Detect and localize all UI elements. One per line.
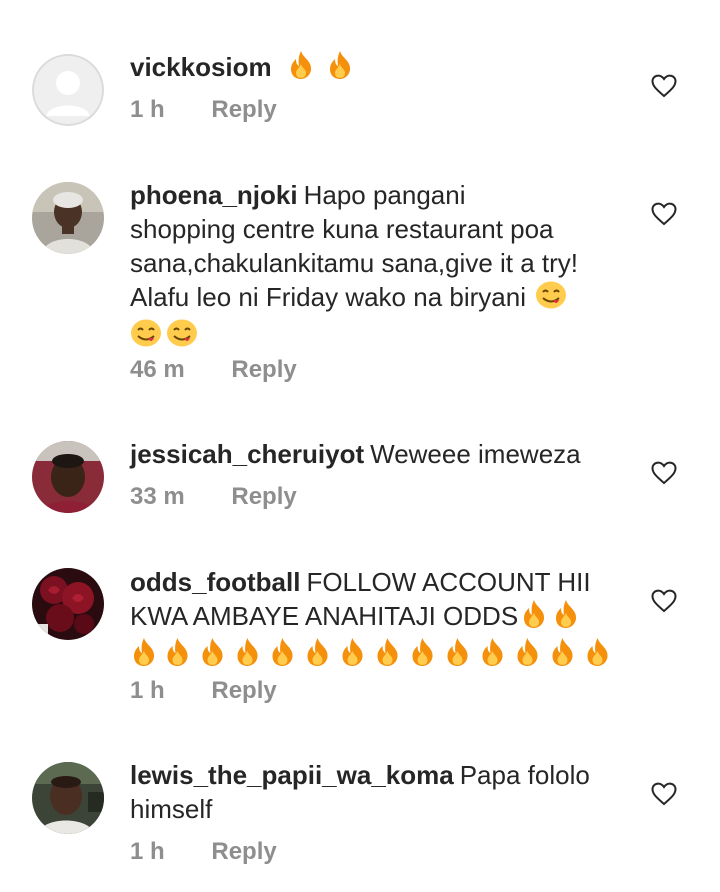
comment-meta: 33 m Reply xyxy=(130,483,297,511)
fire-emoji xyxy=(197,637,228,675)
comment-timestamp: 1 h xyxy=(130,677,165,704)
reply-button[interactable]: Reply xyxy=(231,356,296,384)
fire-emoji xyxy=(407,637,438,675)
avatar[interactable] xyxy=(32,762,104,834)
avatar[interactable] xyxy=(32,182,104,254)
comment-username[interactable]: lewis_the_papii_wa_koma xyxy=(130,760,454,790)
default-avatar-icon[interactable] xyxy=(32,54,104,126)
fire-emoji xyxy=(162,637,193,675)
fire-emoji xyxy=(582,637,613,675)
fire-emoji xyxy=(372,637,403,675)
comment-body: phoena_njoki Hapo pangani shopping centre… xyxy=(130,178,630,356)
heart-outline-icon[interactable] xyxy=(651,461,677,485)
fire-emoji xyxy=(302,637,333,675)
fire-emoji xyxy=(326,50,354,88)
fire-emoji xyxy=(552,599,580,637)
avatar[interactable] xyxy=(32,568,104,640)
comment-text-line: Alafu leo ni Friday wako na biryani xyxy=(130,282,526,312)
fire-emoji xyxy=(477,637,508,675)
comment-body: odds_football FOLLOW ACCOUNT HII KWA AMBA… xyxy=(130,565,630,675)
heart-outline-icon[interactable] xyxy=(651,74,677,98)
reply-button[interactable]: Reply xyxy=(211,677,276,705)
comment-username[interactable]: phoena_njoki xyxy=(130,180,298,210)
fire-emoji xyxy=(232,637,263,675)
yum-face-emoji xyxy=(535,280,567,318)
comment-text-line: shopping centre kuna restaurant poa xyxy=(130,214,554,244)
comment-body: lewis_the_papii_wa_koma Papa fololo himse… xyxy=(130,758,630,826)
comment-meta: 46 m Reply xyxy=(130,356,297,384)
reply-button[interactable]: Reply xyxy=(231,483,296,511)
comment-text: Weweee imeweza xyxy=(370,439,581,469)
fire-emoji xyxy=(337,637,368,675)
comment-body: jessicah_cheruiyot Weweee imeweza xyxy=(130,437,630,471)
comment-timestamp: 1 h xyxy=(130,838,165,865)
reply-button[interactable]: Reply xyxy=(211,96,276,124)
comment-text-line: Papa fololo xyxy=(459,760,590,790)
comment-text-line: FOLLOW ACCOUNT HII xyxy=(306,567,591,597)
comment-meta: 1 h Reply xyxy=(130,96,277,124)
comment-timestamp: 46 m xyxy=(130,356,185,383)
yum-face-emoji xyxy=(130,318,162,356)
fire-emoji xyxy=(442,637,473,675)
comment-body: vickkosiom xyxy=(130,50,630,88)
fire-emoji xyxy=(512,637,543,675)
comment-meta: 1 h Reply xyxy=(130,838,277,866)
comment-text-line: KWA AMBAYE ANAHITAJI ODDS xyxy=(130,601,519,631)
comment-timestamp: 33 m xyxy=(130,483,185,510)
fire-emoji-row xyxy=(130,637,630,675)
comment-username[interactable]: jessicah_cheruiyot xyxy=(130,439,364,469)
comment-text-line: himself xyxy=(130,794,213,824)
comment-username[interactable]: vickkosiom xyxy=(130,52,272,82)
fire-emoji xyxy=(547,637,578,675)
comment-timestamp: 1 h xyxy=(130,96,165,123)
reply-button[interactable]: Reply xyxy=(211,838,276,866)
fire-emoji xyxy=(520,599,548,637)
heart-outline-icon[interactable] xyxy=(651,202,677,226)
fire-emoji xyxy=(287,50,315,88)
heart-outline-icon[interactable] xyxy=(651,782,677,806)
fire-emoji xyxy=(130,637,158,675)
comment-text-line: sana,chakulankitamu sana,give it a try! xyxy=(130,248,579,278)
comment-username[interactable]: odds_football xyxy=(130,567,300,597)
comment-meta: 1 h Reply xyxy=(130,677,277,705)
avatar[interactable] xyxy=(32,441,104,513)
yum-face-emoji xyxy=(166,318,198,356)
fire-emoji xyxy=(267,637,298,675)
heart-outline-icon[interactable] xyxy=(651,589,677,613)
comment-text-line: Hapo pangani xyxy=(303,180,466,210)
